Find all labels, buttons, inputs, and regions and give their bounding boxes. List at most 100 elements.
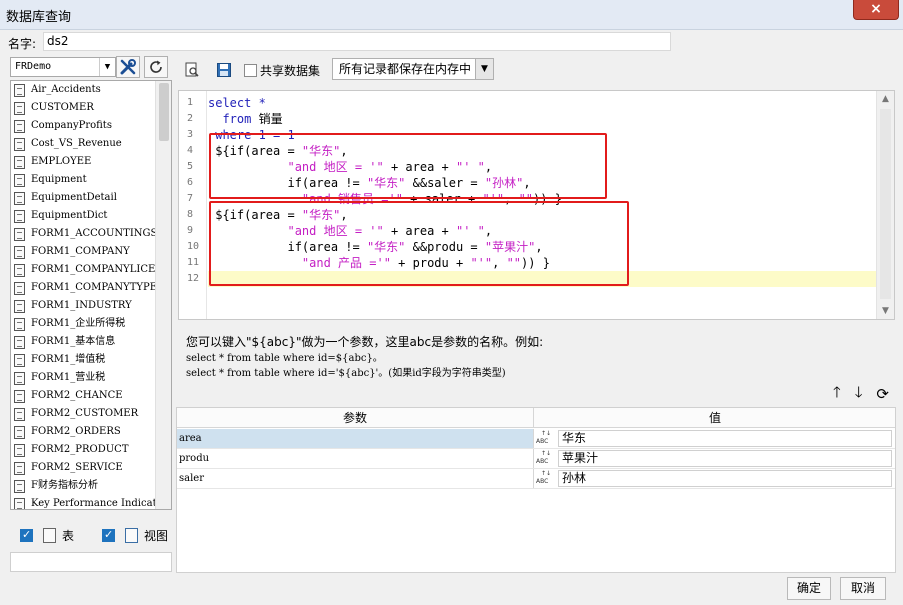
cache-mode-select[interactable]: 所有记录都保存在内存中 ▼ <box>332 58 494 80</box>
table-icon <box>14 263 25 277</box>
string-type-icon[interactable]: ↑↓ ABC <box>536 430 556 447</box>
arrow-down-icon[interactable]: 🡓 <box>855 382 863 407</box>
parameter-value-input[interactable]: 华东 <box>558 430 892 447</box>
connection-select[interactable]: FRDemo ▼ <box>10 57 116 77</box>
table-list-item[interactable]: FORM1_营业税 <box>11 369 157 387</box>
chevron-down-icon[interactable]: ▼ <box>99 58 115 76</box>
table-name: Cost_VS_Revenue <box>31 138 122 149</box>
close-button[interactable]: × <box>853 0 899 20</box>
table-icon <box>14 425 25 439</box>
share-dataset-label: 共享数据集 <box>260 64 321 78</box>
table-name: F财务指标分析 <box>31 480 98 491</box>
table-icon <box>43 527 56 543</box>
table-name: FORM1_增值税 <box>31 354 106 365</box>
chevron-down-icon[interactable]: ▼ <box>475 59 493 79</box>
arrow-up-icon[interactable]: 🡑 <box>833 382 841 407</box>
window-title: 数据库查询 <box>6 10 72 25</box>
string-type-icon[interactable]: ↑↓ ABC <box>536 470 556 487</box>
table-name: FORM1_COMPANYTYPE <box>31 282 157 293</box>
scroll-down-icon[interactable]: ▼ <box>877 303 894 319</box>
string-type-icon[interactable]: ↑↓ ABC <box>536 450 556 467</box>
line-number: 3 <box>187 129 194 140</box>
table-list-item[interactable]: CompanyProfits <box>11 117 157 135</box>
table-list-item[interactable]: FORM1_基本信息 <box>11 333 157 351</box>
table-list-item[interactable]: FORM1_增值税 <box>11 351 157 369</box>
table-icon <box>14 227 25 241</box>
table-name: FORM1_基本信息 <box>31 336 116 347</box>
table-name: FORM1_营业税 <box>31 372 106 383</box>
table-name: CUSTOMER <box>31 102 94 113</box>
line-number: 1 <box>187 97 194 108</box>
table-list-item[interactable]: Key Performance Indicators <box>11 495 157 509</box>
preview-button[interactable] <box>180 59 204 81</box>
show-views-label: 视图 <box>144 528 169 543</box>
hint-line: select * from table where id=${abc}。 <box>186 353 383 364</box>
table-list-item[interactable]: EquipmentDict <box>11 207 157 225</box>
sql-editor[interactable]: 1 2 3 4 5 6 7 8 9 10 11 12 select * from 销量 where 1… <box>178 90 895 320</box>
table-list-item[interactable]: EquipmentDetail <box>11 189 157 207</box>
table-icon <box>14 335 25 349</box>
table-icon <box>14 119 25 133</box>
table-icon <box>14 155 25 169</box>
parameter-row[interactable]: area ↑↓ ABC 华东 <box>177 429 895 449</box>
editor-scrollbar[interactable]: ▲ ▼ <box>876 91 894 319</box>
parameter-value-input[interactable]: 孙林 <box>558 470 892 487</box>
line-number: 10 <box>187 241 200 252</box>
table-list-item[interactable]: FORM1_ACCOUNTINGSYSTEM <box>11 225 157 243</box>
cancel-button[interactable]: 取消 <box>840 577 886 600</box>
table-icon <box>14 299 25 313</box>
save-query-button[interactable] <box>212 59 236 81</box>
table-list-item[interactable]: Cost_VS_Revenue <box>11 135 157 153</box>
table-list-item[interactable]: FORM2_CUSTOMER <box>11 405 157 423</box>
show-tables-checkbox[interactable] <box>20 528 33 542</box>
table-list-item[interactable]: FORM1_企业所得税 <box>11 315 157 333</box>
refresh-connection-button[interactable] <box>144 56 168 78</box>
highlight-box-saler <box>209 133 607 199</box>
table-list-item[interactable]: FORM1_INDUSTRY <box>11 297 157 315</box>
table-icon <box>14 281 25 295</box>
table-icon <box>14 443 25 457</box>
name-row: 名字: ds2 <box>0 30 903 54</box>
title-bar: 数据库查询 × <box>0 0 903 30</box>
table-list[interactable]: Air_Accidents CUSTOMER CompanyProfits Cost_… <box>10 80 172 510</box>
code-area[interactable]: select * from 销量 where 1 = 1 ${if(area =… <box>208 91 877 319</box>
table-list-item[interactable]: Equipment <box>11 171 157 189</box>
left-panel: FRDemo ▼ Air_Accidents CUSTOMER CompanyPro… <box>8 55 172 575</box>
table-list-item[interactable]: FORM2_CHANCE <box>11 387 157 405</box>
table-name: FORM2_CHANCE <box>31 390 123 401</box>
table-list-item[interactable]: FORM1_COMPANYTYPE <box>11 279 157 297</box>
table-list-item[interactable]: Air_Accidents <box>11 81 157 99</box>
name-input[interactable]: ds2 <box>43 32 671 51</box>
parameter-row[interactable]: saler ↑↓ ABC 孙林 <box>177 469 895 489</box>
table-icon <box>14 101 25 115</box>
show-views-checkbox[interactable] <box>102 528 116 542</box>
table-search-input[interactable] <box>10 552 172 572</box>
ok-button[interactable]: 确定 <box>787 577 831 600</box>
table-list-item[interactable]: EMPLOYEE <box>11 153 157 171</box>
table-list-item[interactable]: CUSTOMER <box>11 99 157 117</box>
code-line: from 销量 <box>222 112 283 126</box>
table-list-item[interactable]: FORM2_PRODUCT <box>11 441 157 459</box>
type-icon-label: ABC <box>536 478 549 485</box>
table-list-item[interactable]: FORM2_ORDERS <box>11 423 157 441</box>
edit-connection-button[interactable] <box>116 56 140 78</box>
table-list-item[interactable]: FORM1_COMPANY <box>11 243 157 261</box>
table-list-scrollbar[interactable] <box>155 81 171 509</box>
refresh-icon[interactable]: ⟳ <box>876 385 889 403</box>
table-icon <box>14 407 25 421</box>
table-icon <box>14 209 25 223</box>
code-line: select * <box>208 96 266 110</box>
table-name: EquipmentDetail <box>31 192 117 203</box>
parameter-row[interactable]: produ ↑↓ ABC 苹果汁 <box>177 449 895 469</box>
line-number: 5 <box>187 161 194 172</box>
parameter-value-input[interactable]: 苹果汁 <box>558 450 892 467</box>
table-icon <box>14 173 25 187</box>
table-list-item[interactable]: FORM1_COMPANYLICENSE <box>11 261 157 279</box>
scroll-up-icon[interactable]: ▲ <box>877 91 894 107</box>
share-dataset-checkbox[interactable] <box>244 64 257 77</box>
line-number-gutter: 1 2 3 4 5 6 7 8 9 10 11 12 <box>179 91 207 319</box>
table-name: FORM2_CUSTOMER <box>31 408 139 419</box>
table-list-item[interactable]: F财务指标分析 <box>11 477 157 495</box>
table-list-item[interactable]: FORM2_SERVICE <box>11 459 157 477</box>
connection-value: FRDemo <box>15 61 52 72</box>
